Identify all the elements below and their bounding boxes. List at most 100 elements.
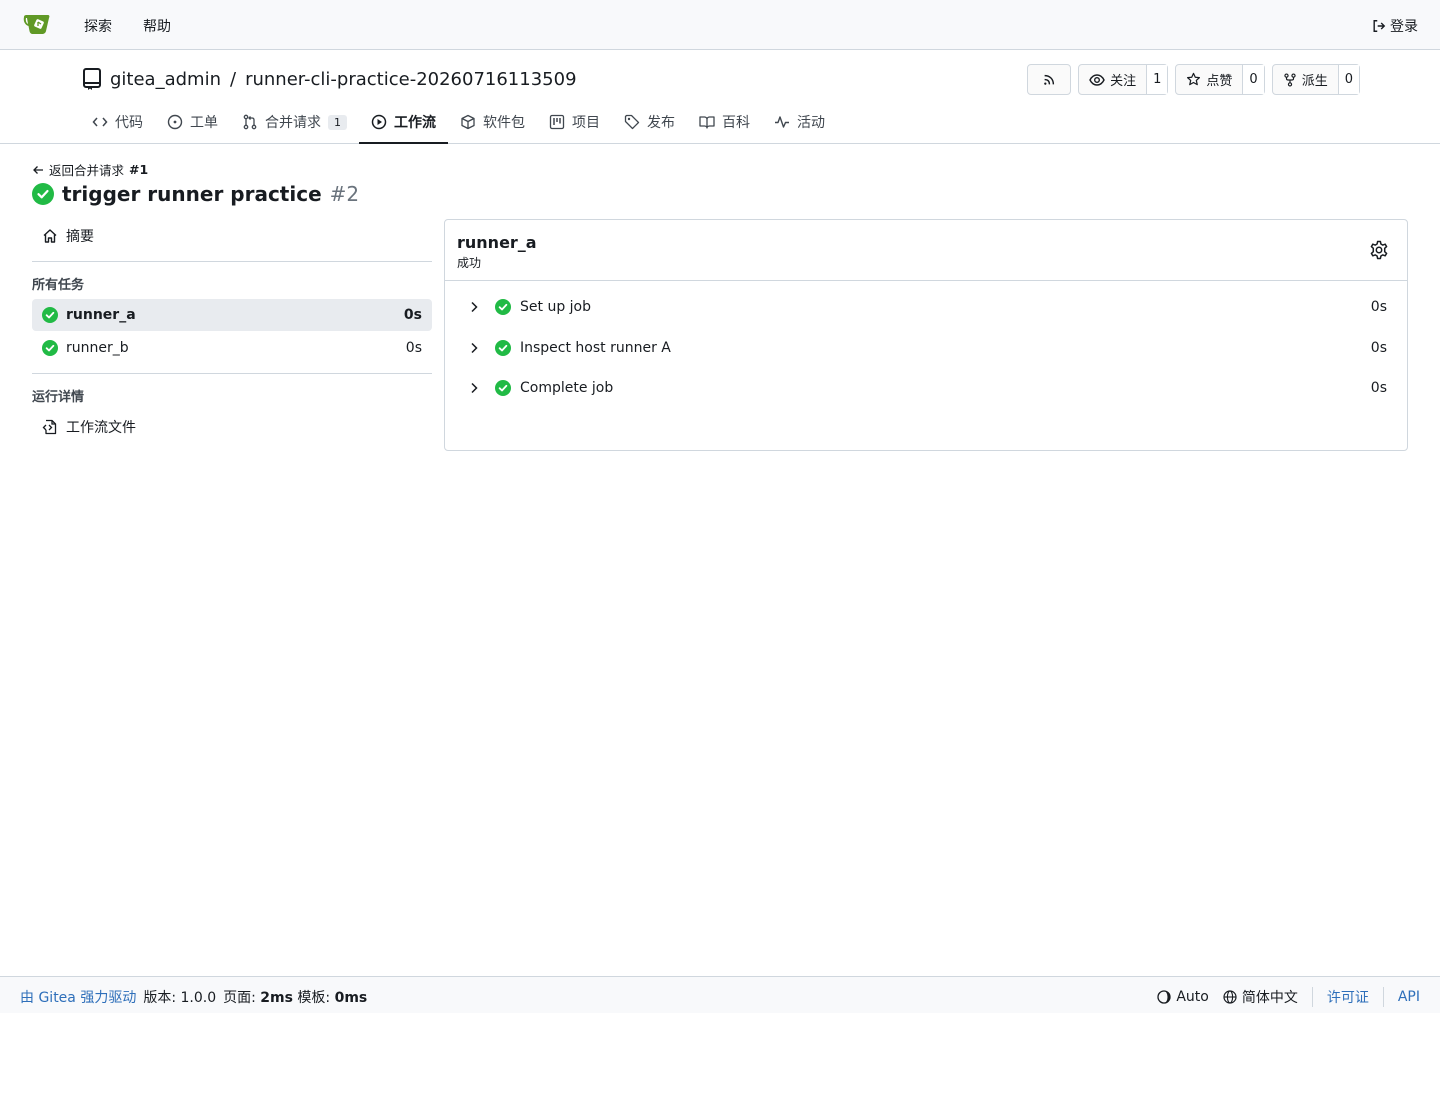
tab-actions[interactable]: 工作流 <box>359 100 448 144</box>
version-text: 版本: 1.0.0 <box>143 990 217 1006</box>
job-name: runner_a <box>66 307 136 323</box>
theme-selector[interactable]: Auto <box>1157 989 1209 1005</box>
home-icon <box>42 228 58 244</box>
back-to-pull-request-link[interactable]: 返回合并请求 #1 <box>32 160 148 179</box>
step-name: Inspect host runner A <box>520 339 671 356</box>
issue-icon <box>167 114 183 130</box>
gear-icon[interactable] <box>1369 240 1389 260</box>
step-duration: 0s <box>1370 339 1387 356</box>
repo-separator: / <box>230 68 237 90</box>
package-icon <box>460 114 476 130</box>
success-check-icon <box>495 299 511 316</box>
workflow-file-label: 工作流文件 <box>66 420 136 436</box>
tab-label: 项目 <box>572 115 600 131</box>
job-name: runner_b <box>66 340 129 356</box>
book-icon <box>699 114 715 130</box>
sidebar-divider <box>32 261 432 262</box>
tab-label: 合并请求 <box>265 115 321 131</box>
file-code-icon <box>42 419 58 435</box>
tab-pull-requests[interactable]: 合并请求 1 <box>230 100 359 144</box>
step-row[interactable]: Set up job 0s <box>445 287 1407 328</box>
job-steps-list: Set up job 0s Inspect host runner A 0s C… <box>445 281 1407 409</box>
fork-button[interactable]: 派生 <box>1273 65 1338 94</box>
tab-activity[interactable]: 活动 <box>762 100 837 144</box>
language-selector[interactable]: 简体中文 <box>1223 987 1298 1007</box>
repo-name-link[interactable]: runner-cli-practice-20260716113509 <box>245 69 576 90</box>
watch-button[interactable]: 关注 <box>1079 65 1146 94</box>
star-count[interactable]: 0 <box>1242 65 1264 94</box>
success-check-icon <box>42 307 58 323</box>
gitea-logo-icon[interactable] <box>22 12 54 38</box>
job-item-runner-a[interactable]: runner_a 0s <box>32 299 432 331</box>
repo-owner-link[interactable]: gitea_admin <box>110 69 221 90</box>
template-time-label: 模板: <box>297 990 331 1006</box>
page-footer: 由 Gitea 强力驱动 版本: 1.0.0 页面: 2ms 模板: 0ms A… <box>0 976 1440 1013</box>
page-time-text: 页面: 2ms 模板: 0ms <box>223 987 367 1007</box>
pull-request-icon <box>242 114 258 130</box>
theme-icon <box>1157 990 1171 1004</box>
help-link[interactable]: 帮助 <box>143 16 171 36</box>
job-item-runner-b[interactable]: runner_b 0s <box>32 332 432 364</box>
fork-count[interactable]: 0 <box>1337 65 1359 94</box>
watch-count[interactable]: 1 <box>1146 65 1168 94</box>
repo-tabs: 代码 工单 合并请求 1 工作流 软件包 项目 发布 百科 活动 <box>80 100 837 144</box>
footer-right: Auto 简体中文 许可证 API <box>1157 987 1420 1007</box>
run-title: trigger runner practice #2 <box>32 182 359 206</box>
page-time-label: 页面: <box>223 990 256 1006</box>
success-check-icon <box>495 339 511 356</box>
tab-releases[interactable]: 发布 <box>612 100 687 144</box>
rss-button-inner[interactable] <box>1028 65 1070 94</box>
tab-projects[interactable]: 项目 <box>537 100 612 144</box>
language-label: 简体中文 <box>1241 990 1298 1006</box>
tab-code[interactable]: 代码 <box>80 100 155 144</box>
step-row[interactable]: Inspect host runner A 0s <box>445 328 1407 369</box>
star-button[interactable]: 点赞 <box>1176 65 1242 94</box>
workflow-file-link[interactable]: 工作流文件 <box>32 411 432 443</box>
project-icon <box>549 114 565 130</box>
template-time-value: 0ms <box>334 990 368 1006</box>
watch-label: 关注 <box>1110 74 1137 89</box>
chevron-right-icon[interactable] <box>467 381 481 395</box>
back-ref: #1 <box>129 162 149 177</box>
code-icon <box>92 114 108 130</box>
tab-label: 工作流 <box>394 115 436 131</box>
repo-icon <box>82 67 102 91</box>
powered-by-link[interactable]: 由 Gitea 强力驱动 <box>20 987 136 1007</box>
tab-label: 软件包 <box>483 115 525 131</box>
run-number: #2 <box>329 182 360 206</box>
tab-wiki[interactable]: 百科 <box>687 100 762 144</box>
chevron-right-icon[interactable] <box>467 300 481 314</box>
page-time-value: 2ms <box>260 990 293 1006</box>
summary-label: 摘要 <box>66 229 94 245</box>
api-link[interactable]: API <box>1398 989 1420 1005</box>
login-button[interactable]: 登录 <box>1372 16 1418 36</box>
success-check-icon <box>32 183 54 205</box>
repo-action-buttons: 关注 1 点赞 0 派生 0 <box>1027 64 1360 95</box>
tab-packages[interactable]: 软件包 <box>448 100 537 144</box>
tab-issues[interactable]: 工单 <box>155 100 230 144</box>
summary-link[interactable]: 摘要 <box>32 220 432 252</box>
job-title: runner_a <box>457 233 537 252</box>
sign-in-icon <box>1372 19 1386 33</box>
step-duration: 0s <box>1370 299 1387 316</box>
success-check-icon <box>495 380 511 397</box>
step-row[interactable]: Complete job 0s <box>445 368 1407 409</box>
tab-label: 代码 <box>115 115 143 131</box>
step-duration: 0s <box>1370 380 1387 397</box>
all-jobs-heading: 所有任务 <box>32 278 85 293</box>
chevron-right-icon[interactable] <box>467 341 481 355</box>
explore-link[interactable]: 探索 <box>84 16 112 36</box>
tab-label: 百科 <box>722 115 750 131</box>
rss-button[interactable] <box>1027 64 1072 95</box>
star-label: 点赞 <box>1206 74 1233 89</box>
back-label: 返回合并请求 <box>49 163 125 178</box>
fork-button-group: 派生 0 <box>1271 64 1360 95</box>
sidebar-divider <box>32 373 432 374</box>
eye-icon <box>1089 73 1105 87</box>
job-duration: 0s <box>405 340 422 356</box>
tab-label: 发布 <box>647 115 675 131</box>
run-details-heading: 运行详情 <box>32 390 85 405</box>
run-sidebar: 摘要 所有任务 runner_a 0s runner_b 0s 运行详情 工作流… <box>32 220 432 443</box>
tab-label: 工单 <box>190 115 218 131</box>
license-link[interactable]: 许可证 <box>1327 987 1369 1007</box>
